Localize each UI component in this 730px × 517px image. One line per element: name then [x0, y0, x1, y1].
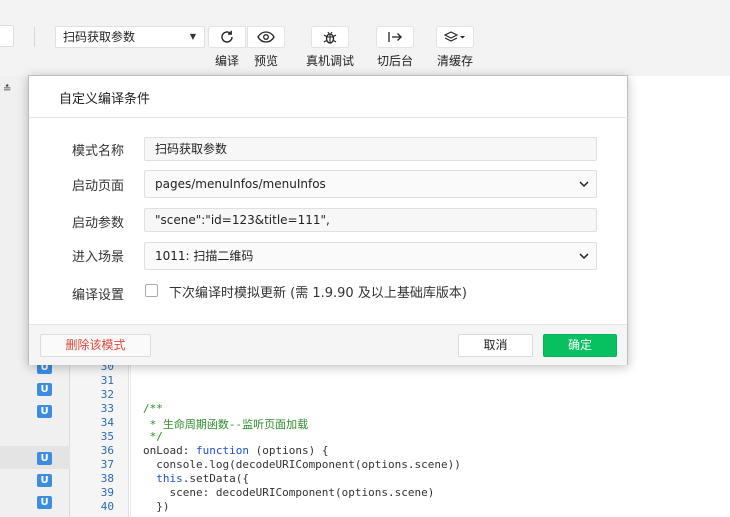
line-number: 40 [100, 500, 114, 513]
preview-button[interactable] [247, 26, 285, 48]
compile-label: 编译 [215, 54, 240, 68]
code-token: onLoad: [143, 444, 196, 457]
layers-icon [444, 31, 465, 42]
compile-mode-value: 扫码获取参数 [63, 30, 136, 44]
eye-icon [257, 31, 275, 43]
switch-background-icon [388, 32, 402, 42]
git-untracked-badge: U [37, 496, 52, 509]
clear-cache-button[interactable] [436, 26, 474, 48]
toolbar: 扫码获取参数 ▼ 编译 预览 真机调试 切后台 清缓存 [0, 0, 730, 76]
line-number: 32 [100, 388, 114, 401]
toolbar-left-control[interactable] [0, 25, 14, 47]
line-number: 39 [100, 486, 114, 499]
remote-debug-label: 真机调试 [306, 54, 355, 68]
code-line: * 生命周期函数--监听页面加载 [143, 418, 309, 431]
chevron-down-icon [578, 171, 590, 206]
start-page-label: 启动页面 [72, 179, 125, 194]
file-tree-selected-row[interactable] [0, 446, 70, 469]
simulate-update-checkbox[interactable] [145, 284, 158, 297]
git-untracked-badge: U [37, 452, 52, 465]
switch-background-button[interactable] [376, 26, 414, 48]
code-line: */ [143, 430, 163, 443]
code-line: this.setData({ [143, 472, 249, 485]
toolbar-separator [34, 27, 35, 47]
scene-label: 进入场景 [72, 250, 125, 265]
clear-cache-label: 清缓存 [437, 54, 474, 68]
custom-compile-dialog: 自定义编译条件 模式名称 扫码获取参数 启动页面 pages/menuInfos… [28, 75, 629, 365]
mode-name-value: 扫码获取参数 [155, 142, 228, 156]
simulate-update-text: 下次编译时模拟更新 (需 1.9.90 及以上基础库版本) [169, 286, 467, 301]
scene-select[interactable]: 1011: 扫描二维码 [144, 242, 597, 270]
line-number: 34 [100, 416, 114, 429]
start-page-select[interactable]: pages/menuInfos/menuInfos [144, 170, 597, 198]
code-line: console.log(decodeURIComponent(options.s… [143, 458, 461, 471]
line-number: 38 [100, 472, 114, 485]
compile-button[interactable] [208, 26, 246, 48]
line-number: 36 [100, 444, 114, 457]
code-token: (options) { [248, 444, 329, 457]
chevron-down-icon [578, 243, 590, 278]
line-number: 35 [100, 430, 114, 443]
bug-icon [323, 31, 337, 44]
start-params-label: 启动参数 [72, 216, 125, 231]
code-line: onLoad: function (options) { [143, 444, 328, 457]
remote-debug-button[interactable] [311, 26, 349, 48]
line-number: 31 [100, 374, 114, 387]
mode-name-input[interactable]: 扫码获取参数 [144, 137, 597, 161]
mode-name-label: 模式名称 [72, 144, 125, 159]
delete-mode-button[interactable]: 删除该模式 [40, 334, 151, 357]
start-params-input[interactable]: "scene":"id=123&title=111", [144, 208, 597, 232]
compile-settings-label: 编译设置 [72, 288, 125, 303]
code-line: }) [143, 500, 170, 513]
sort-icon[interactable]: ≛ [3, 84, 11, 95]
preview-label: 预览 [254, 54, 279, 68]
git-untracked-badge: U [37, 383, 52, 396]
caret-down-icon: ▼ [189, 32, 196, 41]
code-keyword: this [156, 472, 183, 485]
code-keyword: function [195, 444, 249, 457]
line-number: 33 [100, 402, 114, 415]
confirm-button[interactable]: 确定 [543, 334, 617, 357]
start-page-value: pages/menuInfos/menuInfos [155, 177, 326, 191]
dialog-footer: 删除该模式 取消 确定 [29, 324, 627, 365]
compile-mode-select[interactable]: 扫码获取参数 ▼ [55, 26, 205, 48]
dialog-divider [29, 117, 629, 118]
code-line: /** [143, 402, 163, 415]
dialog-title: 自定义编译条件 [59, 92, 151, 107]
code-line: scene: decodeURIComponent(options.scene) [143, 486, 435, 499]
git-untracked-badge: U [37, 405, 52, 418]
cancel-button[interactable]: 取消 [458, 334, 533, 357]
start-params-value: "scene":"id=123&title=111", [155, 213, 330, 227]
git-untracked-badge: U [37, 474, 52, 487]
refresh-icon [221, 30, 233, 43]
scene-value: 1011: 扫描二维码 [155, 249, 254, 263]
switch-background-label: 切后台 [377, 54, 414, 68]
code-token: .setData({ [182, 472, 249, 485]
line-number: 37 [100, 458, 114, 471]
